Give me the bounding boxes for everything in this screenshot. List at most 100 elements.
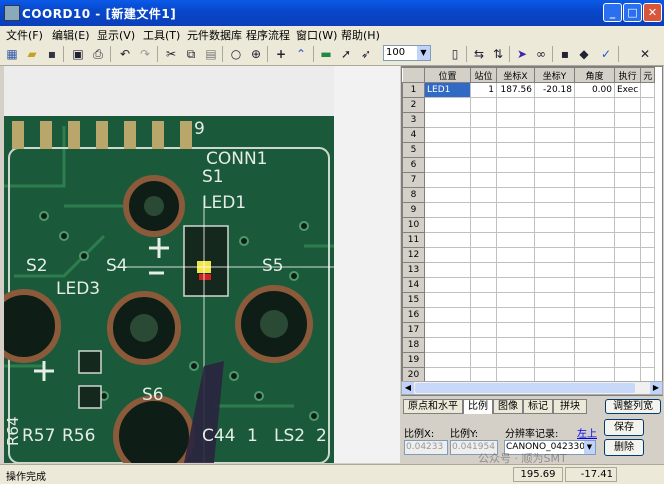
- scroll-right-icon[interactable]: ▶: [650, 382, 662, 394]
- table-cell[interactable]: [424, 337, 471, 353]
- print-preview-icon[interactable]: ⎙: [90, 46, 106, 62]
- copy-icon[interactable]: ⧉: [183, 46, 199, 62]
- table-cell[interactable]: [470, 172, 497, 188]
- delete-button[interactable]: 删除: [604, 439, 644, 456]
- table-row[interactable]: 12: [402, 247, 656, 263]
- table-cell[interactable]: [640, 82, 656, 98]
- spell-check-icon[interactable]: ✓: [598, 46, 614, 62]
- select-pointer-icon[interactable]: ➶: [358, 46, 374, 62]
- table-cell[interactable]: [496, 187, 535, 203]
- table-cell[interactable]: [470, 322, 497, 338]
- cut-icon[interactable]: ✂: [163, 46, 179, 62]
- table-cell[interactable]: [424, 262, 471, 278]
- table-cell[interactable]: [574, 97, 615, 113]
- table-cell[interactable]: [470, 232, 497, 248]
- table-row[interactable]: 15: [402, 292, 656, 308]
- table-cell[interactable]: [496, 247, 535, 263]
- table-cell[interactable]: [534, 262, 575, 278]
- tab-tile[interactable]: 拼块: [553, 399, 587, 414]
- table-cell[interactable]: [534, 292, 575, 308]
- table-row[interactable]: 5: [402, 142, 656, 158]
- table-cell[interactable]: [640, 292, 656, 308]
- table-cell[interactable]: [640, 262, 656, 278]
- table-cell[interactable]: [613, 337, 642, 353]
- table-cell[interactable]: [534, 337, 575, 353]
- table-cell[interactable]: [574, 247, 615, 263]
- table-cell[interactable]: [613, 232, 642, 248]
- table-cell[interactable]: [496, 127, 535, 143]
- table-cell[interactable]: [640, 127, 656, 143]
- table-cell[interactable]: [470, 112, 497, 128]
- table-cell[interactable]: [470, 127, 497, 143]
- table-cell[interactable]: [496, 202, 535, 218]
- sort-icon[interactable]: ⇅: [490, 46, 506, 62]
- new-page-icon[interactable]: ▯: [447, 46, 463, 62]
- table-cell[interactable]: [574, 232, 615, 248]
- pointer-mark-icon[interactable]: ➚: [338, 46, 354, 62]
- table-cell[interactable]: [534, 232, 575, 248]
- table-cell[interactable]: [496, 352, 535, 368]
- table-cell[interactable]: [613, 322, 642, 338]
- scroll-thumb[interactable]: [415, 383, 635, 393]
- table-cell[interactable]: [574, 112, 615, 128]
- table-cell[interactable]: [424, 187, 471, 203]
- table-cell[interactable]: [424, 142, 471, 158]
- table-cell[interactable]: [640, 97, 656, 113]
- close-button[interactable]: ✕: [643, 3, 662, 22]
- table-cell[interactable]: [534, 307, 575, 323]
- table-cell[interactable]: [640, 172, 656, 188]
- table-cell[interactable]: [424, 292, 471, 308]
- table-cell[interactable]: 1: [470, 82, 497, 98]
- table-cell[interactable]: [424, 97, 471, 113]
- open-folder-icon[interactable]: ▰: [24, 46, 40, 62]
- table-cell[interactable]: [613, 97, 642, 113]
- table-cell[interactable]: [534, 277, 575, 293]
- table-cell[interactable]: [424, 112, 471, 128]
- next-icon[interactable]: ◆: [576, 46, 592, 62]
- table-cell[interactable]: [640, 112, 656, 128]
- table-cell[interactable]: [496, 142, 535, 158]
- table-cell[interactable]: [640, 142, 656, 158]
- table-cell[interactable]: [496, 307, 535, 323]
- swap-icon[interactable]: ⇆: [471, 46, 487, 62]
- table-row[interactable]: 1 LED1 1 187.56 -20.18 0.00 Exec: [402, 82, 656, 98]
- table-cell[interactable]: [424, 202, 471, 218]
- table-cell[interactable]: [496, 322, 535, 338]
- table-row[interactable]: 16: [402, 307, 656, 323]
- table-cell[interactable]: [470, 157, 497, 173]
- table-cell[interactable]: [534, 187, 575, 203]
- table-cell[interactable]: [574, 172, 615, 188]
- table-row[interactable]: 2: [402, 97, 656, 113]
- tab-image[interactable]: 图像: [493, 399, 523, 414]
- column-header[interactable]: 位置: [424, 67, 471, 83]
- maximize-button[interactable]: □: [623, 3, 642, 22]
- table-cell[interactable]: [534, 247, 575, 263]
- table-cell[interactable]: [424, 172, 471, 188]
- board-icon[interactable]: ▬: [318, 46, 334, 62]
- table-cell[interactable]: [424, 157, 471, 173]
- table-cell[interactable]: [496, 337, 535, 353]
- table-cell[interactable]: [640, 232, 656, 248]
- component-grid[interactable]: 位置 站位 坐标X 坐标Y 角度 执行元 1 LED1 1 187.56 -20.18 0.00 Ex…: [401, 66, 663, 396]
- column-header[interactable]: [402, 67, 425, 83]
- table-row[interactable]: 17: [402, 322, 656, 338]
- table-cell[interactable]: [574, 157, 615, 173]
- table-cell[interactable]: [534, 322, 575, 338]
- table-cell[interactable]: [613, 292, 642, 308]
- pcb-image-canvas[interactable]: 9 CONN1 S1 LED1 S2 S4 S5 LED3 S6 C44 LS2…: [4, 66, 400, 463]
- table-cell[interactable]: [640, 307, 656, 323]
- table-cell[interactable]: [470, 217, 497, 233]
- table-cell[interactable]: [496, 292, 535, 308]
- menu-component-db[interactable]: 元件数据库: [187, 27, 242, 43]
- zoom-select[interactable]: 100 ▼: [383, 45, 431, 61]
- table-row[interactable]: 3: [402, 112, 656, 128]
- table-cell[interactable]: [574, 187, 615, 203]
- table-cell[interactable]: [470, 307, 497, 323]
- table-cell[interactable]: [424, 322, 471, 338]
- menu-file[interactable]: 文件(F): [6, 27, 43, 43]
- table-cell[interactable]: [574, 322, 615, 338]
- table-cell[interactable]: [470, 337, 497, 353]
- table-cell[interactable]: [470, 292, 497, 308]
- menu-view[interactable]: 显示(V): [97, 27, 135, 43]
- table-cell[interactable]: [574, 307, 615, 323]
